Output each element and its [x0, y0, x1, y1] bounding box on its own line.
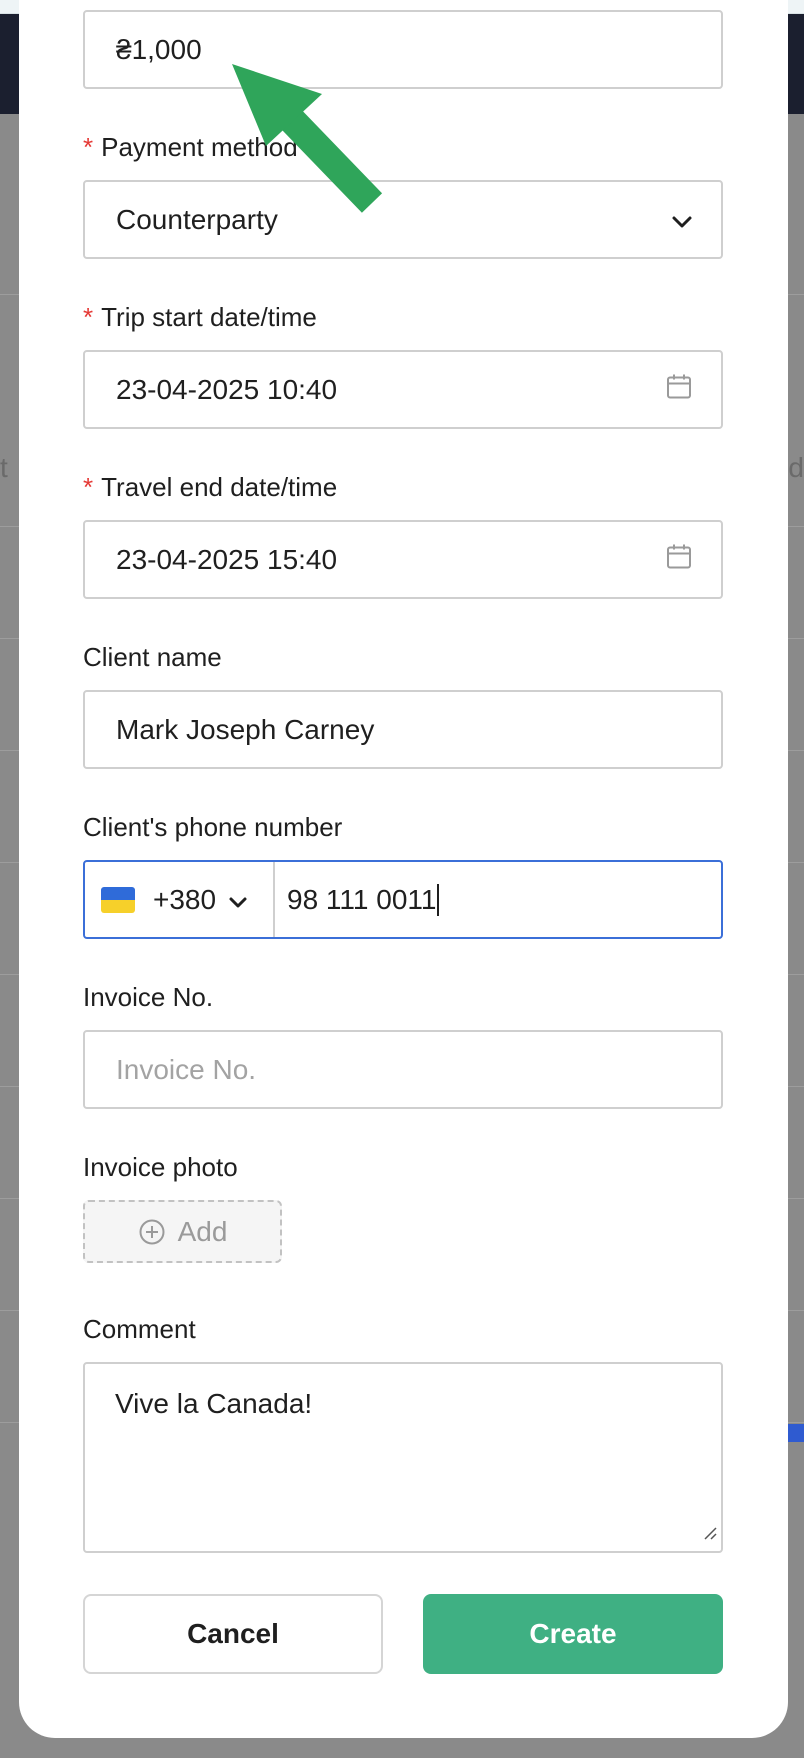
country-code: +380 [153, 883, 217, 915]
invoice-no-placeholder: Invoice No. [116, 1053, 257, 1085]
trip-start-datetime-input[interactable]: 23-04-2025 10:40 [83, 350, 723, 429]
comment-textarea[interactable]: Vive la Canada! [83, 1362, 723, 1553]
resize-handle-icon[interactable] [702, 1516, 718, 1548]
text-cursor [437, 883, 440, 916]
comment-label: Comment [83, 1314, 196, 1344]
invoice-photo-label: Invoice photo [83, 1152, 238, 1182]
create-button[interactable]: Create [423, 1594, 723, 1674]
country-code-select[interactable]: +380 [85, 862, 275, 937]
travel-end-datetime-input[interactable]: 23-04-2025 15:40 [83, 520, 723, 599]
plus-circle-icon [139, 1219, 165, 1244]
cancel-button[interactable]: Cancel [83, 1594, 383, 1674]
required-marker: * [83, 472, 94, 502]
required-marker: * [83, 302, 94, 332]
trip-start-value: 23-04-2025 10:40 [116, 373, 338, 405]
chevron-down-icon [228, 884, 248, 916]
travel-end-label: * Travel end date/time [83, 472, 338, 502]
phone-number-field[interactable]: 98 111 0011 [275, 883, 440, 916]
client-name-input[interactable]: Mark Joseph Carney [83, 690, 723, 769]
client-phone-input[interactable]: +380 98 111 0011 [83, 860, 723, 939]
client-phone-label: Client's phone number [83, 812, 343, 842]
backdrop-text-fragment: d [788, 452, 804, 483]
add-label: Add [177, 1215, 228, 1247]
add-invoice-photo-button[interactable]: Add [83, 1200, 282, 1263]
calendar-icon[interactable] [665, 372, 693, 407]
client-name-value: Mark Joseph Carney [116, 713, 375, 745]
backdrop-text-fragment: t [0, 452, 8, 483]
annotation-arrow-icon [232, 64, 383, 213]
comment-value: Vive la Canada! [115, 1388, 313, 1419]
phone-number-value: 98 111 0011 [287, 883, 437, 915]
backdrop-blue-block [786, 1424, 804, 1442]
invoice-no-input[interactable]: Invoice No. [83, 1030, 723, 1109]
invoice-no-label: Invoice No. [83, 982, 214, 1012]
travel-end-value: 23-04-2025 15:40 [116, 543, 338, 575]
ukraine-flag-icon [101, 886, 135, 913]
client-name-label: Client name [83, 642, 222, 672]
calendar-icon[interactable] [665, 542, 693, 577]
trip-start-label: * Trip start date/time [83, 302, 317, 332]
